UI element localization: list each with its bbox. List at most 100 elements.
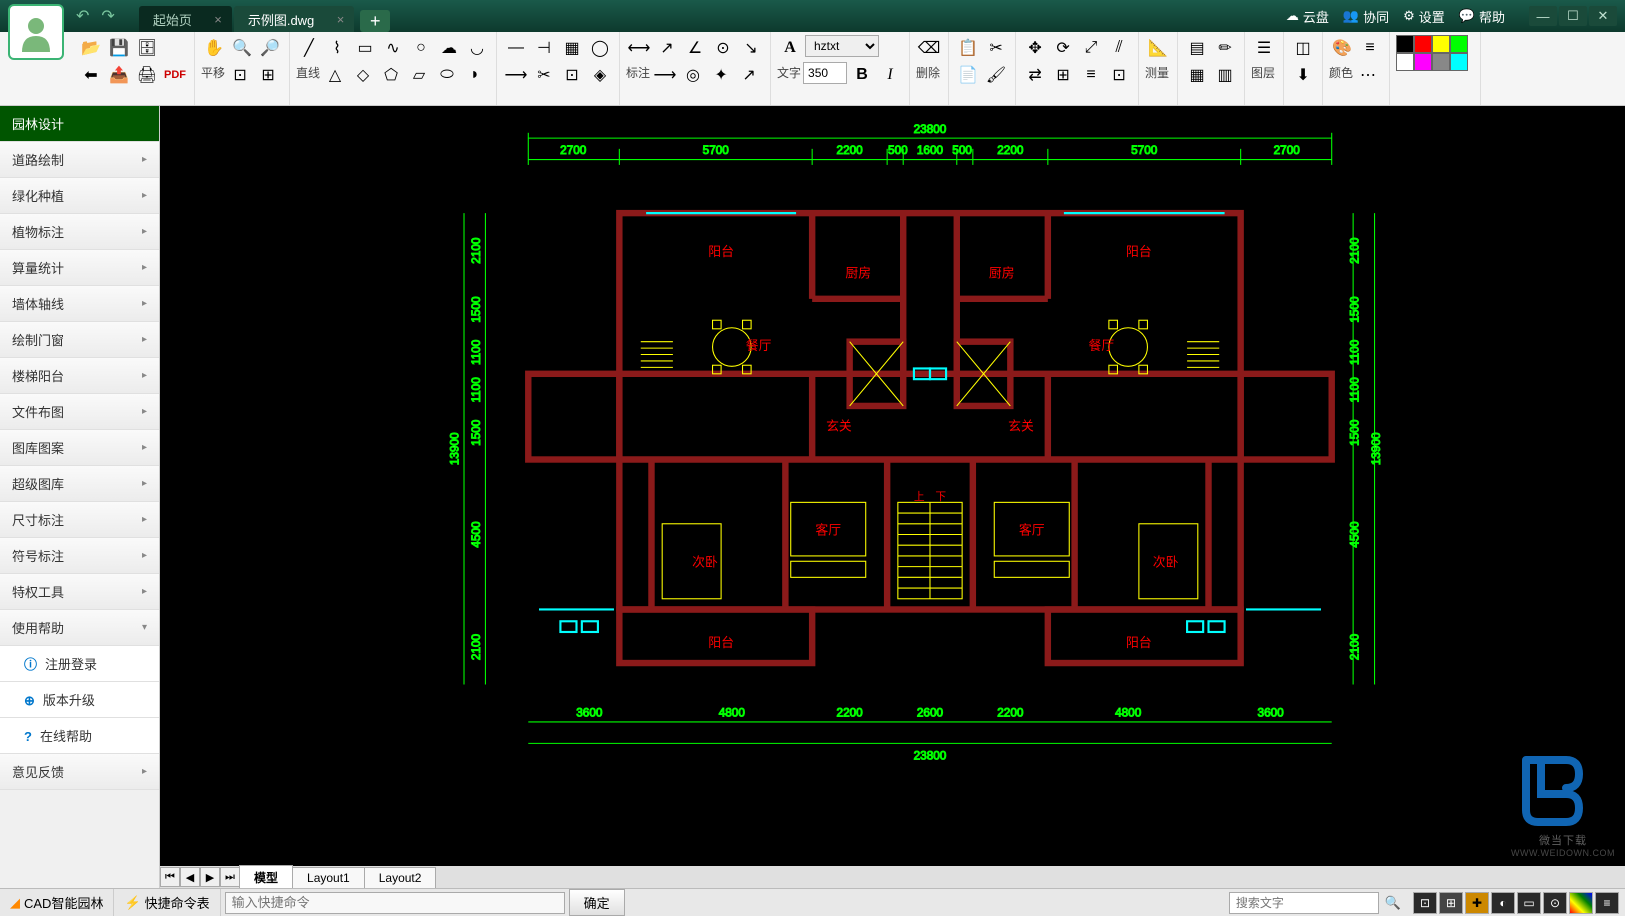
- dim-arrow-icon[interactable]: ↗: [736, 62, 762, 88]
- sidebar-item-greening[interactable]: 绿化种植▸: [0, 178, 159, 214]
- hline-icon[interactable]: —: [503, 35, 529, 61]
- offset-icon[interactable]: ⫽: [1106, 35, 1132, 61]
- sidebar-sub-register[interactable]: ⓘ注册登录: [0, 646, 159, 682]
- zoom-out-icon[interactable]: 🔎: [257, 35, 283, 61]
- sidebar-sub-online-help[interactable]: ?在线帮助: [0, 718, 159, 754]
- command-input[interactable]: [225, 892, 565, 914]
- swatch-red[interactable]: [1414, 35, 1432, 53]
- search-icon[interactable]: 🔍: [1379, 895, 1407, 911]
- layout-tab-layout1[interactable]: Layout1: [292, 867, 365, 888]
- layer-edit-icon[interactable]: ✏: [1212, 35, 1238, 61]
- swatch-yellow[interactable]: [1432, 35, 1450, 53]
- close-icon[interactable]: ×: [214, 12, 222, 27]
- zoom-extents-icon[interactable]: ⊞: [255, 62, 281, 88]
- swatch-white[interactable]: [1396, 53, 1414, 71]
- dim-continue-icon[interactable]: ⟶: [652, 62, 678, 88]
- layout-tab-layout2[interactable]: Layout2: [364, 867, 437, 888]
- text-icon[interactable]: A: [777, 35, 803, 61]
- copy-icon[interactable]: 📋: [955, 35, 981, 61]
- shortcut-table-button[interactable]: ⚡快捷命令表: [114, 889, 220, 916]
- boundary-icon[interactable]: ◯: [587, 35, 613, 61]
- pdf-icon[interactable]: PDF: [162, 62, 188, 88]
- layers-icon[interactable]: ☰: [1251, 35, 1277, 61]
- save-icon[interactable]: 💾: [106, 35, 132, 61]
- linetype-icon[interactable]: ⋯: [1355, 62, 1381, 88]
- dim-aligned-icon[interactable]: ↗: [654, 35, 680, 61]
- sidebar-item-wall-axis[interactable]: 墙体轴线▸: [0, 286, 159, 322]
- sidebar-item-stair-balcony[interactable]: 楼梯阳台▸: [0, 358, 159, 394]
- pan-icon[interactable]: ✋: [201, 35, 227, 61]
- grid-icon[interactable]: ⊡: [1106, 62, 1132, 88]
- triangle-icon[interactable]: △: [322, 62, 348, 88]
- block-icon[interactable]: ◫: [1290, 35, 1316, 61]
- nav-forward-icon[interactable]: ↷: [97, 4, 118, 28]
- osnap-toggle[interactable]: ▭: [1517, 892, 1541, 914]
- cut-icon[interactable]: ✂: [983, 35, 1009, 61]
- close-icon[interactable]: ×: [337, 12, 345, 27]
- hatch-icon[interactable]: ▦: [559, 35, 585, 61]
- collab-button[interactable]: 👥 协同: [1343, 7, 1389, 26]
- layout-prev-icon[interactable]: ◀: [180, 867, 200, 887]
- sidebar-item-privilege[interactable]: 特权工具▸: [0, 574, 159, 610]
- new-icon[interactable]: ⬅: [78, 62, 104, 88]
- swatch-magenta[interactable]: [1414, 53, 1432, 71]
- swatch-green[interactable]: [1450, 35, 1468, 53]
- ortho-toggle[interactable]: ✚: [1465, 892, 1489, 914]
- zoom-in-icon[interactable]: 🔍: [229, 35, 255, 61]
- close-button[interactable]: ✕: [1589, 6, 1617, 26]
- sidebar-item-road[interactable]: 道路绘制▸: [0, 142, 159, 178]
- extract-icon[interactable]: 📤: [106, 62, 132, 88]
- dim-radius-icon[interactable]: ⊙: [710, 35, 736, 61]
- print-icon[interactable]: 🖨: [134, 62, 160, 88]
- parallelogram-icon[interactable]: ▱: [406, 62, 432, 88]
- layout-first-icon[interactable]: ⏮: [160, 867, 180, 887]
- dim-linear-icon[interactable]: ⟷: [626, 35, 652, 61]
- ellipse-arc-icon[interactable]: ◗: [462, 62, 488, 88]
- saveas-icon[interactable]: 🗄: [134, 35, 160, 61]
- extend-icon[interactable]: ⟶: [503, 62, 529, 88]
- minimize-button[interactable]: —: [1529, 6, 1557, 26]
- sidebar-item-super-library[interactable]: 超级图库▸: [0, 466, 159, 502]
- dim-center-icon[interactable]: ✦: [708, 62, 734, 88]
- drawing-canvas[interactable]: 23800 2700 5700 2200 500 1600 500 2200 5…: [160, 106, 1625, 888]
- nav-back-icon[interactable]: ↶: [72, 4, 93, 28]
- sidebar-item-plant-label[interactable]: 植物标注▸: [0, 214, 159, 250]
- dim-angular-icon[interactable]: ∠: [682, 35, 708, 61]
- pattern-icon[interactable]: ⊡: [559, 62, 585, 88]
- dim-baseline-icon[interactable]: ◎: [680, 62, 706, 88]
- swatch-black[interactable]: [1396, 35, 1414, 53]
- measure-icon[interactable]: 📐: [1145, 35, 1171, 61]
- otrack-toggle[interactable]: ⊙: [1543, 892, 1567, 914]
- sidebar-item-file-layout[interactable]: 文件布图▸: [0, 394, 159, 430]
- cloud-icon[interactable]: ☁: [436, 35, 462, 61]
- tab-start-page[interactable]: 起始页×: [139, 6, 232, 32]
- layer-tool-icon[interactable]: ▤: [1184, 35, 1210, 61]
- spline-icon[interactable]: ∿: [380, 35, 406, 61]
- circle-icon[interactable]: ○: [408, 35, 434, 61]
- open-icon[interactable]: 📂: [78, 35, 104, 61]
- layout-last-icon[interactable]: ⏭: [220, 867, 240, 887]
- app-name-button[interactable]: ◢CAD智能园林: [0, 889, 114, 916]
- bold-icon[interactable]: B: [849, 62, 875, 88]
- zoom-window-icon[interactable]: ⊡: [227, 62, 253, 88]
- move-icon[interactable]: ✥: [1022, 35, 1048, 61]
- layer-prop-icon[interactable]: ▦: [1184, 62, 1210, 88]
- color-toggle[interactable]: [1569, 892, 1593, 914]
- sidebar-item-garden-design[interactable]: 园林设计: [0, 106, 159, 142]
- user-avatar[interactable]: [8, 4, 64, 60]
- sidebar-item-door-window[interactable]: 绘制门窗▸: [0, 322, 159, 358]
- swatch-gray[interactable]: [1432, 53, 1450, 71]
- pentagon-icon[interactable]: ⬠: [378, 62, 404, 88]
- lineweight-toggle[interactable]: ≡: [1595, 892, 1619, 914]
- square-icon[interactable]: ◇: [350, 62, 376, 88]
- polyline-icon[interactable]: ⌇: [324, 35, 350, 61]
- search-input[interactable]: [1229, 892, 1379, 914]
- help-button[interactable]: 💬 帮助: [1459, 7, 1505, 26]
- point-icon[interactable]: ◈: [587, 62, 613, 88]
- mirror-icon[interactable]: ⇄: [1022, 62, 1048, 88]
- new-tab-button[interactable]: +: [360, 10, 390, 32]
- vline-icon[interactable]: ⊣: [531, 35, 557, 61]
- cloud-button[interactable]: ☁ 云盘: [1286, 7, 1329, 26]
- tab-document[interactable]: 示例图.dwg×: [234, 6, 354, 32]
- snap-toggle[interactable]: ⊡: [1413, 892, 1437, 914]
